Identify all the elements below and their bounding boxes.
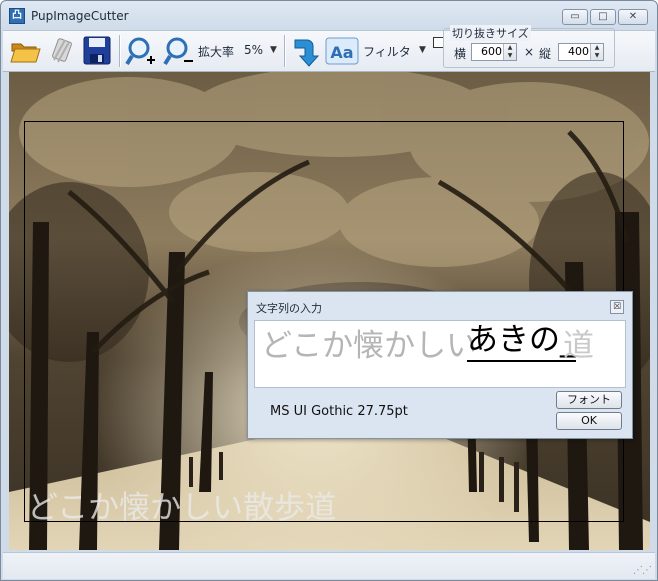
text-input-dialog: 文字列の入力 ☒ どこか懐かしい あきの_ 道 MS UI Gothic 27.…	[247, 291, 633, 439]
zoom-value[interactable]: 5%	[244, 43, 263, 57]
trailing-char: 道	[563, 328, 594, 364]
dialog-close-icon[interactable]: ☒	[610, 300, 624, 314]
resize-grip-icon[interactable]: ⋰⋰	[633, 565, 652, 576]
crop-times-symbol: ×	[524, 45, 535, 59]
zoom-in-icon[interactable]	[125, 34, 157, 68]
font-button[interactable]: フォント	[556, 391, 622, 409]
crop-width-value: 600	[481, 45, 502, 58]
rotate-arrow-icon[interactable]	[289, 34, 321, 68]
toolbar-separator	[284, 35, 286, 67]
app-window: 凸 PupImageCutter ▭ □ ✕ 拡大率 5% ▼ Aa フィルタ …	[0, 0, 658, 581]
ok-button[interactable]: OK	[556, 412, 622, 430]
zoom-label: 拡大率	[198, 45, 235, 59]
clip-icon[interactable]	[45, 34, 77, 68]
crop-width-label: 横	[454, 47, 467, 61]
app-icon: 凸	[9, 8, 25, 24]
zoom-dropdown-caret-icon[interactable]: ▼	[270, 45, 277, 55]
crop-width-input[interactable]: 600 ▲ ▼	[471, 43, 517, 61]
crop-height-value: 400	[568, 45, 589, 58]
ime-composing-text: あきの_	[467, 321, 576, 362]
dialog-title: 文字列の入力	[256, 302, 322, 315]
text-input-field[interactable]: どこか懐かしい あきの_ 道	[254, 320, 626, 388]
crop-height-spinner[interactable]: ▲ ▼	[590, 44, 603, 60]
text-tool-glyph: Aa	[330, 43, 353, 62]
overlay-caption-text[interactable]: どこか懐かしい散歩道	[27, 482, 336, 527]
toolbar: 拡大率 5% ▼ Aa フィルタ ▼ 切り抜きサイズ 横 600 ▲ ▼ × 縦…	[3, 25, 655, 72]
crop-height-label: 縦	[539, 47, 552, 61]
filter-dropdown-caret-icon[interactable]: ▼	[419, 45, 426, 55]
status-bar: ⋰⋰	[3, 552, 655, 579]
title-bar[interactable]: 凸 PupImageCutter ▭ □ ✕	[1, 1, 657, 31]
font-info-label: MS UI Gothic 27.75pt	[270, 404, 408, 419]
text-tool-icon[interactable]: Aa	[325, 34, 359, 68]
crop-height-input[interactable]: 400 ▲ ▼	[558, 43, 604, 61]
close-button[interactable]: ✕	[618, 9, 648, 25]
save-disk-icon[interactable]	[81, 34, 113, 68]
toolbar-separator	[119, 35, 121, 67]
crop-width-spinner[interactable]: ▲ ▼	[503, 44, 516, 60]
crop-size-group: 切り抜きサイズ 横 600 ▲ ▼ × 縦 400 ▲ ▼	[443, 25, 615, 68]
crop-size-label: 切り抜きサイズ	[450, 25, 531, 41]
open-folder-icon[interactable]	[9, 34, 41, 68]
committed-text: どこか懐かしい	[261, 328, 478, 364]
filter-label[interactable]: フィルタ	[363, 43, 411, 60]
minimize-button[interactable]: ▭	[562, 9, 588, 25]
window-title: PupImageCutter	[31, 9, 129, 23]
zoom-out-icon[interactable]	[163, 34, 195, 68]
maximize-button[interactable]: □	[590, 9, 616, 25]
